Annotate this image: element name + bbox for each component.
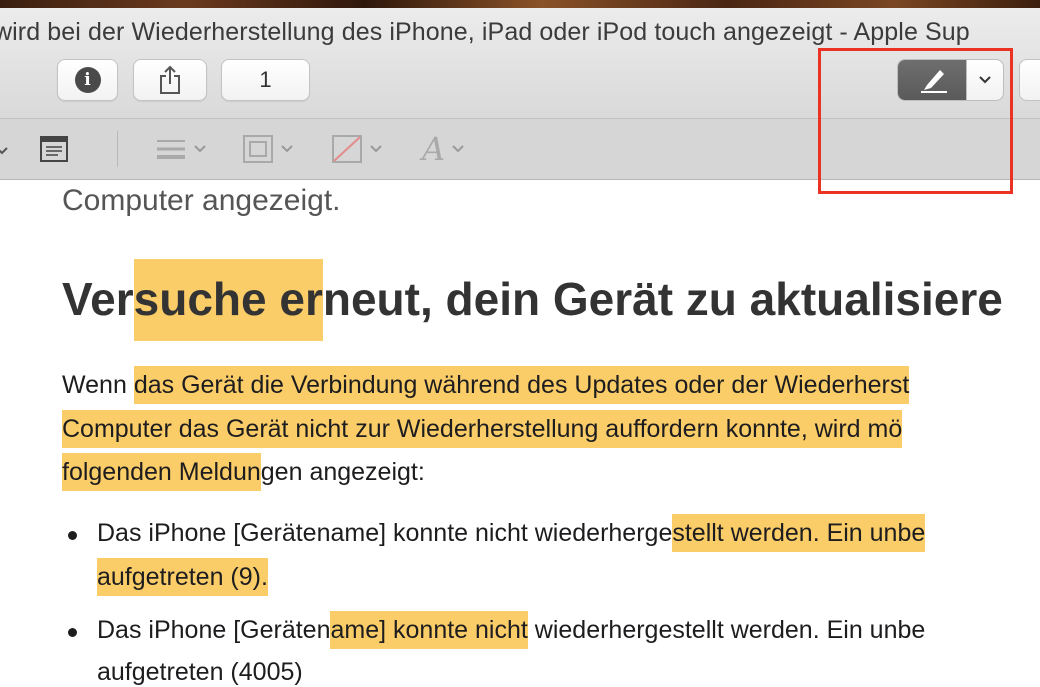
- section-heading: Versuche erneut, dein Gerät zu aktualisi…: [62, 259, 1003, 341]
- text-style-tool[interactable]: A: [422, 132, 465, 166]
- bullet-marker: [68, 531, 77, 540]
- info-icon: i: [74, 67, 101, 93]
- heading-text-end: neut, dein Gerät zu aktualisiere: [322, 273, 1003, 325]
- chevron-down-icon: [281, 145, 293, 153]
- paragraph-text: Wenn: [62, 371, 134, 399]
- bullet-1-line-1: Das iPhone [Gerätename] konnte nicht wie…: [97, 514, 926, 552]
- bullet-2-line-2: aufgetreten (4005): [97, 658, 303, 686]
- text-box-tool[interactable]: [38, 132, 70, 166]
- bullet-1-line-2: aufgetreten (9).: [97, 558, 268, 596]
- bullet-text: wiederhergestellt werden. Ein unbe: [527, 616, 926, 644]
- desktop-wallpaper: [0, 0, 1040, 8]
- bullet-2-line-1: Das iPhone [Gerätename] konnte nicht wie…: [97, 611, 926, 649]
- markup-toolbar: A: [0, 118, 1040, 180]
- page-number-field[interactable]: 1: [221, 59, 310, 101]
- heading-highlight[interactable]: suche er: [133, 259, 323, 341]
- paragraph-line-2: Computer das Gerät nicht zur Wiederherst…: [62, 410, 903, 448]
- paragraph-tail-text: Computer angezeigt.: [62, 184, 341, 217]
- paragraph-highlight[interactable]: das Gerät die Verbindung während des Upd…: [133, 366, 910, 404]
- bullet-highlight[interactable]: aufgetreten (9).: [97, 558, 268, 596]
- chevron-down-icon: [194, 145, 206, 153]
- chevron-down-icon: [979, 76, 991, 84]
- paragraph-highlight[interactable]: folgenden Meldun: [62, 453, 261, 491]
- fill-color-tool[interactable]: [331, 132, 383, 166]
- fill-color-icon: [332, 135, 362, 163]
- bullet-highlight[interactable]: ame] konnte nicht: [330, 611, 528, 649]
- markup-button[interactable]: [898, 60, 966, 100]
- text-style-icon: A: [422, 130, 446, 168]
- document-page: Computer angezeigt. Versuche erneut, dei…: [0, 180, 1040, 686]
- markup-button-group: [897, 59, 1004, 101]
- paragraph-text: gen angezeigt:: [260, 458, 425, 486]
- markup-menu-button[interactable]: [966, 60, 1003, 100]
- bullet-highlight[interactable]: stellt werden. Ein unbe: [672, 514, 926, 552]
- window-titlebar: wird bei der Wiederherstellung des iPhon…: [0, 8, 1040, 118]
- paragraph-line-1: Wenn das Gerät die Verbindung während de…: [62, 366, 910, 404]
- bullet-text: Das iPhone [Geräten: [97, 616, 331, 644]
- paragraph-line-3: folgenden Meldungen angezeigt:: [62, 453, 425, 491]
- heading-text-start: Ver: [62, 273, 134, 325]
- bullet-marker: [68, 628, 77, 637]
- markup-pen-icon: [921, 70, 947, 93]
- page-number-value: 1: [259, 67, 272, 92]
- window-title: wird bei der Wiederherstellung des iPhon…: [0, 18, 970, 46]
- bullet-text: Das iPhone [Gerätename] konnte nicht wie…: [97, 519, 673, 547]
- paragraph-highlight[interactable]: Computer das Gerät nicht zur Wiederherst…: [62, 410, 903, 448]
- share-button[interactable]: [133, 59, 207, 101]
- border-color-icon: [243, 135, 273, 163]
- chevron-down-icon: [0, 147, 8, 155]
- share-icon: [160, 65, 180, 94]
- toolbar-button-partial[interactable]: [1019, 59, 1040, 101]
- chevron-down-icon: [370, 145, 382, 153]
- line-style-icon: [157, 140, 185, 159]
- toolbar-separator: [117, 131, 118, 167]
- line-style-tool[interactable]: [155, 132, 207, 166]
- text-box-icon: [40, 136, 68, 162]
- info-button[interactable]: i: [57, 59, 118, 101]
- chevron-down-icon: [452, 145, 464, 153]
- border-color-tool[interactable]: [242, 132, 294, 166]
